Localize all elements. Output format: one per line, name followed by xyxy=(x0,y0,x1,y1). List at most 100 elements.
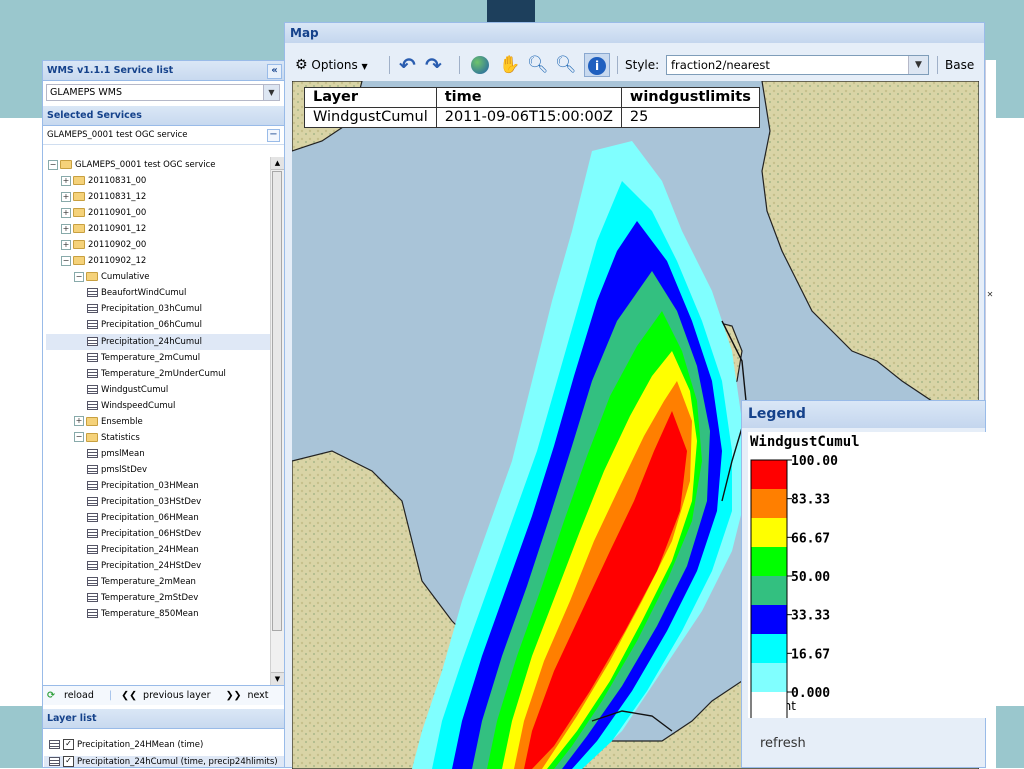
layer-tree-nodes: − GLAMEPS_0001 test OGC service +20110831_… xyxy=(46,157,270,622)
tree-folder[interactable]: − GLAMEPS_0001 test OGC service xyxy=(46,157,270,173)
layer-list-item[interactable]: ✓ Precipitation_24HMean (time) xyxy=(49,739,203,750)
tree-layer[interactable]: Precipitation_24hCumul xyxy=(46,333,270,350)
tree-node-label: pmslStDev xyxy=(101,464,147,475)
tree-node-label: GLAMEPS_0001 test OGC service xyxy=(75,160,216,170)
tree-layer[interactable]: Precipitation_06HMean xyxy=(46,510,270,526)
tree-folder[interactable]: − Statistics xyxy=(46,430,270,446)
previous-layer-button[interactable]: ❮❮ previous layer xyxy=(121,690,216,701)
tree-layer[interactable]: WindgustCumul xyxy=(46,382,270,398)
tree-node-label: Temperature_2mCumul xyxy=(101,352,201,363)
tree-node-label: Precipitation_06HStDev xyxy=(101,529,202,540)
globe-icon[interactable] xyxy=(471,56,489,74)
base-layer-button[interactable]: Base xyxy=(945,54,974,76)
close-icon[interactable]: ✕ xyxy=(986,290,994,299)
tree-node-label: Temperature_2mStDev xyxy=(101,593,199,604)
toolbar-separator xyxy=(389,56,390,74)
tree-layer[interactable]: Precipitation_24HMean xyxy=(46,542,270,558)
tree-layer[interactable]: BeaufortWindCumul xyxy=(46,285,270,301)
options-menu-button[interactable]: ⚙ Options ▼ xyxy=(295,54,368,76)
tree-folder[interactable]: − Cumulative xyxy=(46,269,270,285)
remove-service-button[interactable]: − xyxy=(267,129,280,142)
tree-folder[interactable]: +20110831_12 xyxy=(46,189,270,205)
tree-node-label: WindspeedCumul xyxy=(101,400,176,411)
layer-list-item[interactable]: ✓ Precipitation_24hCumul (time, precip24h… xyxy=(44,756,287,767)
tree-layer[interactable]: Temperature_2mUnderCumul xyxy=(46,366,270,382)
tree-scrollbar[interactable]: ▲ ▼ xyxy=(270,157,284,685)
scrollbar-thumb[interactable] xyxy=(272,171,282,631)
collapse-icon[interactable]: − xyxy=(74,432,84,443)
expand-icon[interactable]: + xyxy=(61,191,71,202)
folder-icon xyxy=(86,272,98,282)
collapse-panel-button[interactable]: « xyxy=(267,64,282,79)
expand-icon[interactable]: + xyxy=(61,175,71,186)
legend-layer-name: WindgustCumul xyxy=(750,434,860,450)
tree-folder[interactable]: +20110901_00 xyxy=(46,205,270,221)
pan-button[interactable]: ✋ xyxy=(499,54,520,76)
expand-icon[interactable]: + xyxy=(61,207,71,218)
tree-layer[interactable]: Precipitation_06hCumul xyxy=(46,317,270,333)
reload-label: reload xyxy=(64,690,94,701)
tree-folder[interactable]: − 20110902_12 xyxy=(46,253,270,269)
tree-layer[interactable]: Temperature_850Mean xyxy=(46,606,270,622)
layer-visible-checkbox[interactable]: ✓ xyxy=(63,756,74,767)
tree-node-label: Precipitation_03hCumul xyxy=(101,304,202,315)
feature-info-table: Layer time windgustlimits WindgustCumul … xyxy=(304,87,760,128)
service-title: GLAMEPS_0001 test OGC service xyxy=(47,130,188,140)
tree-layer[interactable]: pmslStDev xyxy=(46,462,270,478)
expand-icon[interactable]: + xyxy=(61,223,71,234)
tree-folder[interactable]: + Ensemble xyxy=(46,414,270,430)
tree-layer[interactable]: Temperature_2mStDev xyxy=(46,590,270,606)
wms-service-combo-value: GLAMEPS WMS xyxy=(50,87,122,98)
scroll-up-icon[interactable]: ▲ xyxy=(271,157,284,170)
collapse-icon[interactable]: − xyxy=(61,255,71,266)
tree-layer[interactable]: Precipitation_24HStDev xyxy=(46,558,270,574)
undo-button[interactable]: ↶ xyxy=(399,54,416,76)
chevron-down-icon[interactable]: ▼ xyxy=(263,85,279,100)
legend-tick-label: 50.00 xyxy=(791,570,830,585)
collapse-icon[interactable]: − xyxy=(48,159,58,170)
tree-node-label: 20110901_12 xyxy=(88,224,147,235)
tree-folder[interactable]: +20110902_00 xyxy=(46,237,270,253)
info-icon: i xyxy=(588,56,606,75)
wms-service-combo[interactable]: GLAMEPS WMS ▼ xyxy=(46,84,280,101)
redo-icon: ↷ xyxy=(425,53,442,77)
service-row[interactable]: GLAMEPS_0001 test OGC service − xyxy=(43,126,284,145)
tree-layer[interactable]: Temperature_2mMean xyxy=(46,574,270,590)
right-collapsed-panel: ✕ xyxy=(985,60,996,768)
info-header-time: time xyxy=(435,87,622,108)
style-combo[interactable]: fraction2/nearest ▼ xyxy=(666,55,929,75)
reload-icon: ⟳ xyxy=(47,690,55,701)
tree-layer[interactable]: WindspeedCumul xyxy=(46,398,270,414)
layer-icon xyxy=(87,336,98,346)
tree-layer[interactable]: Temperature_2mCumul xyxy=(46,350,270,366)
layer-tree[interactable]: − GLAMEPS_0001 test OGC service +20110831_… xyxy=(46,157,284,685)
chevron-down-icon[interactable]: ▼ xyxy=(908,56,928,74)
collapse-icon[interactable]: − xyxy=(74,271,84,282)
legend-window: Legend WindgustCumul percent 100.0083.33… xyxy=(741,400,986,768)
tree-layer[interactable]: Precipitation_03HMean xyxy=(46,478,270,494)
tree-node-label: Precipitation_03HStDev xyxy=(101,496,202,507)
expand-icon[interactable]: + xyxy=(61,239,71,250)
redo-button[interactable]: ↷ xyxy=(425,54,442,76)
tree-layer[interactable]: Precipitation_06HStDev xyxy=(46,526,270,542)
zoom-out-button[interactable]: 🔍︎ xyxy=(555,54,577,76)
tree-folder[interactable]: +20110901_12 xyxy=(46,221,270,237)
zoom-in-button[interactable]: 🔍︎ xyxy=(527,54,549,76)
info-button[interactable]: i xyxy=(584,53,610,77)
tree-layer[interactable]: Precipitation_03HStDev xyxy=(46,494,270,510)
tree-layer[interactable]: Precipitation_03hCumul xyxy=(46,301,270,317)
reload-button[interactable]: ⟳ reload xyxy=(47,690,100,701)
scroll-down-icon[interactable]: ▼ xyxy=(271,672,284,685)
style-combo-value: fraction2/nearest xyxy=(671,58,770,72)
tree-node-label: Temperature_850Mean xyxy=(101,609,199,620)
expand-icon[interactable]: + xyxy=(74,416,84,427)
folder-icon xyxy=(73,240,85,250)
tree-node-label: pmslMean xyxy=(101,448,145,459)
layer-list-header: Layer list xyxy=(43,709,284,729)
layer-list-item-label: Precipitation_24HMean (time) xyxy=(77,740,204,750)
style-label: Style: xyxy=(625,58,660,72)
layer-visible-checkbox[interactable]: ✓ xyxy=(63,739,74,750)
refresh-button[interactable]: refresh xyxy=(742,727,985,767)
tree-folder[interactable]: +20110831_00 xyxy=(46,173,270,189)
tree-layer[interactable]: pmslMean xyxy=(46,446,270,462)
